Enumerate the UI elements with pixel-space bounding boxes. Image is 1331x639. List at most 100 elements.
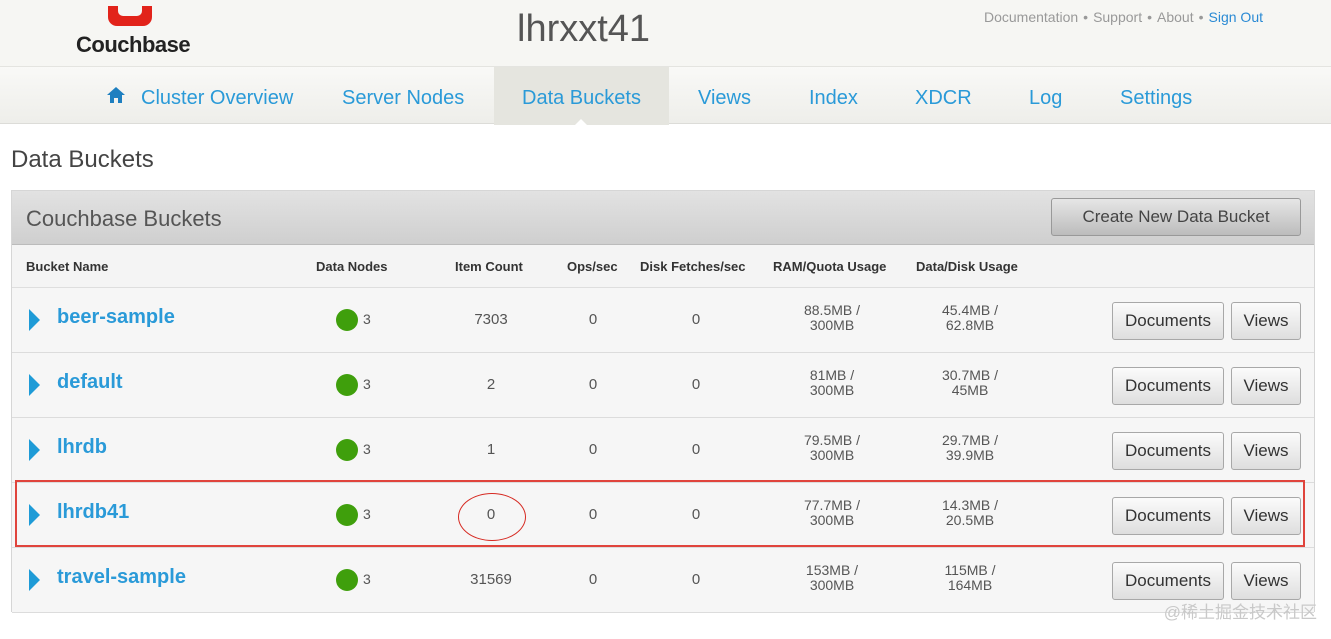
sign-out-link[interactable]: Sign Out xyxy=(1209,9,1263,25)
nav-log[interactable]: Log xyxy=(1029,67,1062,125)
ops-sec: 0 xyxy=(588,441,598,458)
bucket-name-link[interactable]: travel-sample xyxy=(57,566,186,589)
buckets-panel: Couchbase Buckets Create New Data Bucket… xyxy=(11,190,1315,613)
top-links: Documentation • Support • About • Sign Out xyxy=(984,9,1263,25)
data-disk-usage: 30.7MB /45MB xyxy=(925,368,1015,398)
disk-fetches: 0 xyxy=(691,441,701,458)
disk-fetches: 0 xyxy=(691,311,701,328)
ram-used: 88.5MB / xyxy=(803,302,861,318)
item-count: 31569 xyxy=(470,571,512,588)
nav-data-buckets[interactable]: Data Buckets xyxy=(494,67,669,126)
data-disk-usage: 115MB /164MB xyxy=(925,563,1015,593)
separator: • xyxy=(1198,9,1204,25)
views-button[interactable]: Views xyxy=(1231,562,1301,600)
disk-used: 62.8MB xyxy=(945,317,995,333)
ram-used: 79.5MB / xyxy=(803,432,861,448)
node-status-icon xyxy=(336,569,358,591)
ops-sec: 0 xyxy=(588,376,598,393)
ops-sec: 0 xyxy=(588,311,598,328)
column-header-item-count[interactable]: Item Count xyxy=(455,259,523,274)
bucket-row: default 3 2 0 0 81MB /300MB 30.7MB /45MB… xyxy=(12,353,1314,418)
column-header-ram-quota[interactable]: RAM/Quota Usage xyxy=(773,259,886,274)
expand-triangle-icon[interactable] xyxy=(29,309,40,331)
data-nodes-count: 3 xyxy=(363,376,371,392)
documents-button[interactable]: Documents xyxy=(1112,432,1224,470)
disk-used: 39.9MB xyxy=(945,447,995,463)
disk-fetches: 0 xyxy=(691,376,701,393)
ram-used: 81MB / xyxy=(809,367,855,383)
nav-index[interactable]: Index xyxy=(809,67,858,125)
documents-button[interactable]: Documents xyxy=(1112,367,1224,405)
data-disk-usage: 45.4MB /62.8MB xyxy=(925,303,1015,333)
column-header-data-disk[interactable]: Data/Disk Usage xyxy=(916,259,1018,274)
column-header-bucket-name[interactable]: Bucket Name xyxy=(26,259,108,274)
expand-triangle-icon[interactable] xyxy=(29,439,40,461)
ram-quota-usage: 153MB /300MB xyxy=(787,563,877,593)
expand-triangle-icon[interactable] xyxy=(29,569,40,591)
couchbase-logo[interactable]: Couchbase xyxy=(76,4,191,57)
views-button[interactable]: Views xyxy=(1231,432,1301,470)
ram-quota: 300MB xyxy=(809,577,855,593)
column-header-disk-fetches[interactable]: Disk Fetches/sec xyxy=(640,259,746,274)
ram-quota: 300MB xyxy=(809,447,855,463)
column-header-ops-sec[interactable]: Ops/sec xyxy=(567,259,618,274)
bucket-name-link[interactable]: default xyxy=(57,371,123,394)
nav-label: Cluster Overview xyxy=(141,87,294,109)
cluster-name: lhrxxt41 xyxy=(517,8,651,50)
item-count: 2 xyxy=(486,376,496,393)
item-count: 7303 xyxy=(474,311,508,328)
node-status-icon xyxy=(336,439,358,461)
data-used: 45.4MB / xyxy=(941,302,999,318)
documents-button[interactable]: Documents xyxy=(1112,562,1224,600)
create-new-data-bucket-button[interactable]: Create New Data Bucket xyxy=(1051,198,1301,236)
data-nodes-count: 3 xyxy=(363,441,371,457)
logo-text: Couchbase xyxy=(76,32,191,57)
data-used: 115MB / xyxy=(944,562,996,578)
documents-button[interactable]: Documents xyxy=(1112,302,1224,340)
page-title: Data Buckets xyxy=(11,146,154,173)
panel-title: Couchbase Buckets xyxy=(26,206,222,231)
nav-settings[interactable]: Settings xyxy=(1120,67,1192,125)
ram-used: 153MB / xyxy=(805,562,859,578)
node-status-icon xyxy=(336,374,358,396)
data-disk-usage: 29.7MB /39.9MB xyxy=(925,433,1015,463)
data-nodes-count: 3 xyxy=(363,311,371,327)
highlight-annotation-rectangle xyxy=(15,480,1305,547)
ops-sec: 0 xyxy=(588,571,598,588)
views-button[interactable]: Views xyxy=(1231,302,1301,340)
bucket-row: beer-sample 3 7303 0 0 88.5MB /300MB 45.… xyxy=(12,288,1314,353)
nav-views[interactable]: Views xyxy=(698,67,751,125)
views-button[interactable]: Views xyxy=(1231,367,1301,405)
nav-server-nodes[interactable]: Server Nodes xyxy=(342,67,464,125)
highlight-annotation-ellipse xyxy=(458,493,526,541)
expand-triangle-icon[interactable] xyxy=(29,374,40,396)
data-used: 30.7MB / xyxy=(941,367,999,383)
main-nav: Cluster Overview Server Nodes Data Bucke… xyxy=(0,66,1331,126)
data-nodes-count: 3 xyxy=(363,571,371,587)
node-status-icon xyxy=(336,309,358,331)
bucket-row: travel-sample 3 31569 0 0 153MB /300MB 1… xyxy=(12,548,1314,613)
documentation-link[interactable]: Documentation xyxy=(984,9,1078,25)
disk-used: 164MB xyxy=(947,577,993,593)
home-icon xyxy=(107,87,125,103)
bucket-name-link[interactable]: beer-sample xyxy=(57,306,175,329)
about-link[interactable]: About xyxy=(1157,9,1194,25)
column-header-data-nodes[interactable]: Data Nodes xyxy=(316,259,388,274)
header: Couchbase lhrxxt41 Documentation • Support… xyxy=(0,0,1331,66)
support-link[interactable]: Support xyxy=(1093,9,1142,25)
ram-quota-usage: 81MB /300MB xyxy=(787,368,877,398)
nav-cluster-overview[interactable]: Cluster Overview xyxy=(107,67,294,125)
watermark: @稀土掘金技术社区 xyxy=(1163,603,1317,622)
bucket-name-link[interactable]: lhrdb xyxy=(57,436,107,459)
data-used: 29.7MB / xyxy=(941,432,999,448)
panel-header: Couchbase Buckets Create New Data Bucket xyxy=(12,191,1314,245)
separator: • xyxy=(1083,9,1089,25)
ram-quota: 300MB xyxy=(809,317,855,333)
ram-quota-usage: 79.5MB /300MB xyxy=(787,433,877,463)
separator: • xyxy=(1147,9,1153,25)
couchbase-logo-icon xyxy=(108,6,152,26)
nav-xdcr[interactable]: XDCR xyxy=(915,67,972,125)
table-header: Bucket Name Data Nodes Item Count Ops/se… xyxy=(12,245,1314,288)
ram-quota-usage: 88.5MB /300MB xyxy=(787,303,877,333)
disk-fetches: 0 xyxy=(691,571,701,588)
